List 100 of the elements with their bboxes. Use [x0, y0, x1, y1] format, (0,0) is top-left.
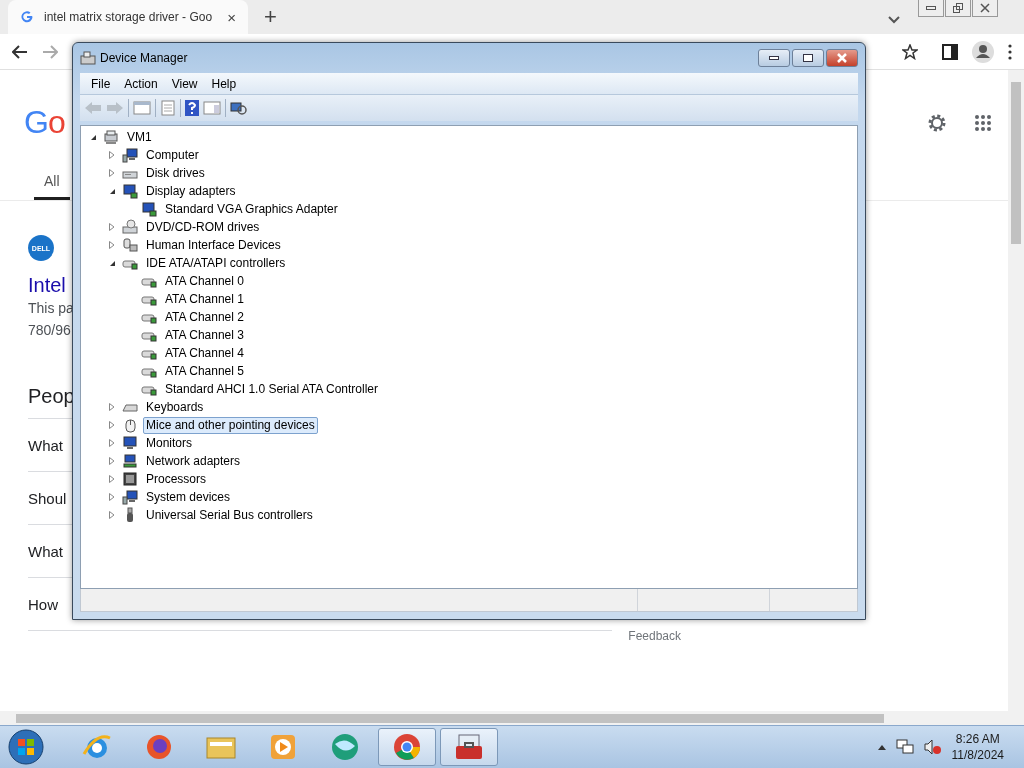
clock[interactable]: 8:26 AM 11/8/2024 [951, 731, 1004, 763]
close-icon [837, 53, 847, 63]
tree-item[interactable]: Keyboards [143, 398, 207, 416]
fox-globe-icon[interactable] [144, 732, 174, 762]
device-manager-icon [80, 50, 96, 66]
chevron-down-icon[interactable] [888, 16, 900, 24]
media-player-icon[interactable] [268, 732, 298, 762]
restore-button[interactable] [945, 0, 971, 17]
side-panel-icon[interactable] [942, 43, 958, 60]
star-icon[interactable] [902, 43, 918, 60]
tree-item[interactable]: Network adapters [143, 452, 244, 470]
scan-hardware-icon[interactable] [230, 100, 248, 116]
chip-icon [122, 471, 138, 487]
tree-item[interactable]: Standard VGA Graphics Adapter [162, 200, 341, 218]
collapse-arrow-icon[interactable] [108, 259, 116, 267]
collapse-arrow-icon[interactable] [108, 187, 116, 195]
help-icon[interactable] [185, 100, 199, 116]
minimize-button[interactable] [758, 49, 790, 67]
minimize-icon [926, 6, 936, 10]
tree-item[interactable]: ATA Channel 4 [162, 344, 247, 362]
monitor-icon [141, 201, 157, 217]
computer-icon [122, 147, 138, 163]
volume-muted-icon[interactable] [923, 739, 942, 755]
show-hidden-icons-arrow[interactable] [877, 744, 886, 750]
result-snippet: 780/96 [28, 321, 71, 340]
expand-arrow-icon[interactable] [109, 223, 115, 231]
feedback-link[interactable]: Feedback [628, 629, 681, 643]
tree-item[interactable]: Processors [143, 470, 210, 488]
minimize-icon [769, 56, 779, 60]
menu-item[interactable]: Action [117, 76, 165, 91]
clock-date: 11/8/2024 [951, 747, 1004, 763]
google-g-icon [20, 10, 34, 24]
tree-item[interactable]: System devices [143, 488, 234, 506]
tree-item[interactable]: ATA Channel 3 [162, 326, 247, 344]
more-menu-icon[interactable] [1008, 43, 1012, 60]
close-tab-button[interactable]: × [227, 9, 236, 25]
tree-item[interactable]: Disk drives [143, 164, 208, 182]
input-device-icon [122, 237, 138, 253]
apps-grid-icon[interactable] [974, 113, 992, 132]
tree-item[interactable]: Monitors [143, 434, 195, 452]
maximize-icon [803, 54, 813, 62]
expand-arrow-icon[interactable] [109, 421, 115, 429]
vertical-scrollbar[interactable] [1008, 70, 1024, 711]
tree-item[interactable]: Computer [143, 146, 202, 164]
tree-item[interactable]: ATA Channel 2 [162, 308, 247, 326]
expand-arrow-icon[interactable] [109, 403, 115, 411]
collapse-arrow-icon[interactable] [89, 133, 97, 141]
monitor-icon [122, 183, 138, 199]
tree-item[interactable]: ATA Channel 0 [162, 272, 247, 290]
expand-arrow-icon[interactable] [109, 457, 115, 465]
menu-item[interactable]: File [84, 76, 118, 91]
minimize-button[interactable] [918, 0, 944, 17]
expand-arrow-icon[interactable] [109, 493, 115, 501]
expand-arrow-icon[interactable] [109, 151, 115, 159]
close-button[interactable] [972, 0, 998, 17]
computer-icon [103, 129, 119, 145]
tree-item[interactable]: Display adapters [143, 182, 239, 200]
network-icon[interactable] [895, 739, 914, 755]
expand-arrow-icon[interactable] [109, 475, 115, 483]
tree-item[interactable]: Human Interface Devices [143, 236, 284, 254]
question-item[interactable]: Shoul [28, 489, 67, 507]
horizontal-scrollbar[interactable] [0, 711, 1024, 725]
tree-item[interactable]: ATA Channel 5 [162, 362, 247, 380]
expand-arrow-icon[interactable] [109, 169, 115, 177]
computer-icon [122, 489, 138, 505]
tree-item[interactable]: ATA Channel 1 [162, 290, 247, 308]
close-button[interactable] [826, 49, 858, 67]
profile-avatar-icon[interactable] [972, 40, 994, 63]
question-item[interactable]: What [28, 436, 63, 454]
search-tab[interactable]: All [34, 167, 70, 200]
disc-drive-icon [122, 219, 138, 235]
window-title: Device Manager [100, 51, 188, 65]
network-icon [122, 453, 138, 469]
tree-item[interactable]: Standard AHCI 1.0 Serial ATA Controller [162, 380, 381, 398]
close-icon [980, 3, 990, 13]
expand-arrow-icon[interactable] [109, 511, 115, 519]
maximize-button[interactable] [792, 49, 824, 67]
globe-icon[interactable] [329, 732, 361, 762]
tree-item[interactable]: IDE ATA/ATAPI controllers [143, 254, 289, 272]
tab-title: intel matrix storage driver - Goo [44, 10, 214, 24]
back-arrow-icon[interactable] [12, 44, 28, 59]
tree-item[interactable]: VM1 [124, 128, 155, 146]
result-link[interactable]: Intel [28, 274, 66, 297]
browser-tab[interactable]: intel matrix storage driver - Goo × [8, 0, 248, 34]
menu-item[interactable]: Help [204, 76, 244, 91]
expand-arrow-icon[interactable] [109, 241, 115, 249]
monitor-icon [122, 435, 138, 451]
menu-item[interactable]: View [164, 76, 205, 91]
google-logo: Go [24, 104, 65, 141]
tree-item[interactable]: Universal Serial Bus controllers [143, 506, 316, 524]
chrome-icon[interactable] [392, 732, 422, 762]
tree-item[interactable]: Mice and other pointing devices [143, 416, 318, 434]
tree-item[interactable]: DVD/CD-ROM drives [143, 218, 263, 236]
restore-icon [953, 3, 963, 13]
new-tab-button[interactable]: + [264, 6, 277, 28]
toolbox-icon[interactable] [453, 732, 485, 762]
question-item[interactable]: How [28, 595, 58, 613]
start-button[interactable] [6, 727, 46, 767]
expand-arrow-icon[interactable] [109, 439, 115, 447]
question-item[interactable]: What [28, 542, 63, 560]
